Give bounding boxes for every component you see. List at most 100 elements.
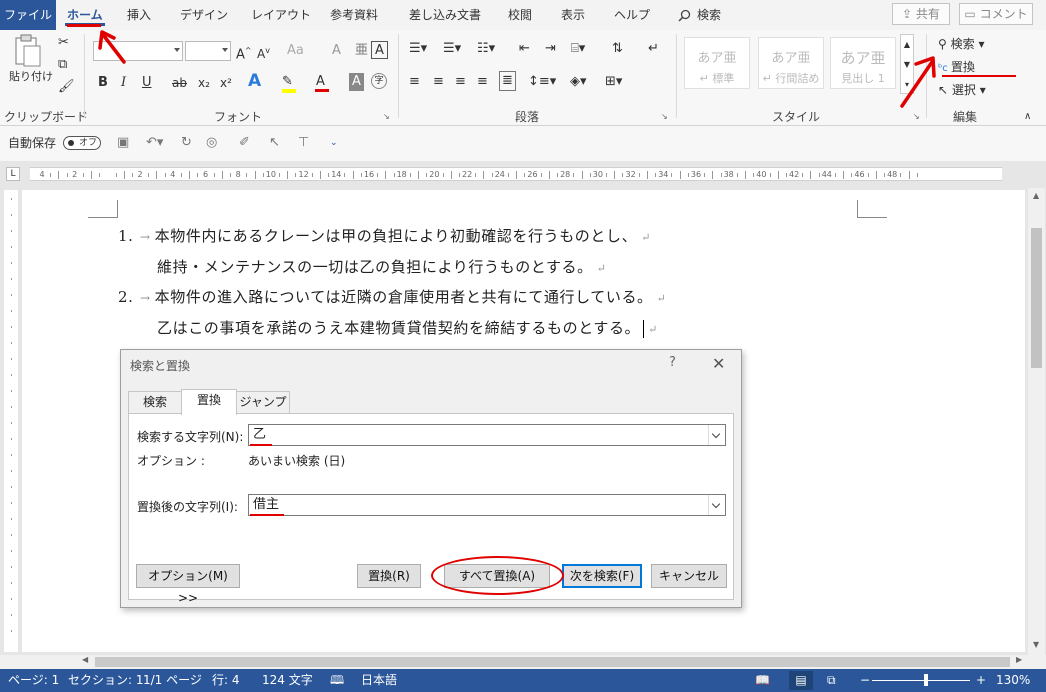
show-formatting-button[interactable]: ↵ <box>648 40 659 58</box>
style-heading-1[interactable]: あア亜 見出し 1 <box>830 37 896 89</box>
borders-button[interactable]: ⊞▾ <box>605 73 622 91</box>
decrease-indent-button[interactable]: ⇤ <box>519 40 530 58</box>
status-page[interactable]: ページ: 1 <box>8 669 59 692</box>
cut-icon[interactable]: ✂ <box>58 34 69 52</box>
phonetic-guide-button[interactable]: 亜 <box>355 42 368 60</box>
scroll-down-icon[interactable]: ▼ <box>1033 640 1039 649</box>
tab-mailings[interactable]: 差し込み文書 <box>409 0 481 30</box>
share-button[interactable]: ⇪ 共有 <box>892 3 950 25</box>
format-painter-icon[interactable]: 🖌 <box>58 78 75 96</box>
web-layout-icon[interactable]: ⧉ <box>827 669 836 692</box>
tell-me-search[interactable]: 検索 <box>678 0 721 30</box>
close-icon[interactable]: ✕ <box>712 354 725 373</box>
superscript-button[interactable]: x² <box>220 74 232 92</box>
status-section[interactable]: セクション: 1 <box>68 669 144 692</box>
redo-icon[interactable]: ↻ <box>181 134 192 152</box>
tab-goto[interactable]: ジャンプ <box>236 391 290 414</box>
scroll-thumb[interactable] <box>1031 228 1042 368</box>
font-size-combo[interactable] <box>185 41 231 61</box>
vertical-scrollbar[interactable]: ▲ ▼ <box>1028 188 1045 655</box>
change-case-button[interactable]: Aa <box>287 42 304 60</box>
replace-button[interactable]: 置換(R) <box>357 564 421 588</box>
select-button[interactable]: ↖ 選択 ▾ <box>938 81 986 98</box>
style-no-spacing[interactable]: あア亜 ↵ 行間詰め <box>758 37 824 89</box>
distributed-button[interactable]: ≣ <box>499 71 516 91</box>
proofing-icon[interactable]: 🕮 <box>330 669 344 692</box>
find-next-button[interactable]: 次を検索(F) <box>562 564 642 588</box>
char-border-button[interactable]: A <box>371 41 388 59</box>
help-button[interactable]: ? <box>669 355 676 370</box>
status-language[interactable]: 日本語 <box>361 669 397 692</box>
format-brush-icon[interactable]: ✐ <box>239 134 250 152</box>
zoom-in-button[interactable]: + <box>976 669 986 692</box>
increase-indent-button[interactable]: ⇥ <box>545 40 556 58</box>
more-options-button[interactable]: オプション(M) >> <box>136 564 240 605</box>
sort-button[interactable]: ⇅ <box>612 40 623 58</box>
align-center-button[interactable]: ≡ <box>433 73 444 91</box>
asian-layout-button[interactable]: ⌸▾ <box>571 40 585 58</box>
copy-icon[interactable]: ⧉ <box>58 56 67 74</box>
customize-qat-icon[interactable]: ⌄ <box>330 134 338 152</box>
underline-button[interactable]: U <box>142 74 152 92</box>
replace-with-input[interactable]: 借主 <box>248 494 726 516</box>
zoom-slider-thumb[interactable] <box>924 674 928 686</box>
print-layout-icon[interactable]: ▤ <box>789 671 813 690</box>
tab-design[interactable]: デザイン <box>180 0 228 30</box>
tab-layout[interactable]: レイアウト <box>251 0 311 30</box>
strikethrough-button[interactable]: ab <box>172 74 187 92</box>
status-pages[interactable]: 1/1 ページ <box>143 669 202 692</box>
text-effects-button[interactable]: A <box>248 72 261 90</box>
align-right-button[interactable]: ≡ <box>455 73 466 91</box>
tab-file[interactable]: ファイル <box>0 0 56 30</box>
cancel-button[interactable]: キャンセル <box>651 564 727 588</box>
tab-find[interactable]: 検索 <box>128 391 182 414</box>
save-icon[interactable]: ▣ <box>117 134 129 152</box>
subscript-button[interactable]: x₂ <box>198 74 210 92</box>
bold-button[interactable]: B <box>98 74 108 92</box>
tab-review[interactable]: 校閲 <box>508 0 532 30</box>
multilevel-list-button[interactable]: ☷▾ <box>477 40 495 58</box>
new-doc-icon[interactable]: ◎ <box>206 134 217 152</box>
tab-selector-icon[interactable]: L <box>6 167 20 181</box>
highlight-button[interactable]: ✎ <box>282 73 296 93</box>
autosave-toggle[interactable]: オフ <box>63 136 101 150</box>
scroll-right-icon[interactable]: ▶ <box>1016 655 1022 664</box>
comment-button[interactable]: ▭ コメント <box>959 3 1033 25</box>
find-button[interactable]: ⚲ 検索 ▾ <box>938 35 984 52</box>
scroll-thumb[interactable] <box>95 657 1010 667</box>
bullets-button[interactable]: ☰▾ <box>409 40 427 58</box>
tab-references[interactable]: 参考資料 <box>330 0 378 30</box>
align-left-button[interactable]: ≡ <box>409 73 420 91</box>
chevron-down-icon[interactable] <box>708 495 725 515</box>
shading-button[interactable]: ◈▾ <box>570 73 587 91</box>
line-spacing-button[interactable]: ↕≡▾ <box>528 73 556 91</box>
zoom-out-button[interactable]: − <box>860 669 870 692</box>
tab-help[interactable]: ヘルプ <box>614 0 650 30</box>
horizontal-scrollbar[interactable]: ◀ ▶ <box>0 655 1046 669</box>
tab-replace[interactable]: 置換 <box>181 389 237 415</box>
numbering-button[interactable]: ☰▾ <box>443 40 461 58</box>
justify-button[interactable]: ≡ <box>477 73 488 91</box>
tab-view[interactable]: 表示 <box>561 0 585 30</box>
status-line[interactable]: 行: 4 <box>212 669 240 692</box>
zoom-level[interactable]: 130% <box>996 669 1030 692</box>
shrink-font-button[interactable]: Av <box>257 42 270 63</box>
font-color-button[interactable]: A <box>315 73 329 92</box>
find-what-input[interactable]: 乙 <box>248 424 726 446</box>
scroll-left-icon[interactable]: ◀ <box>82 655 88 664</box>
char-shading-button[interactable]: A <box>349 73 364 91</box>
grow-font-button[interactable]: A^ <box>236 42 252 64</box>
presentation-icon[interactable]: ⊤ <box>298 134 309 152</box>
chevron-down-icon[interactable] <box>708 425 725 445</box>
replace-button[interactable]: ᵇc 置換 <box>938 58 975 75</box>
styles-dialog-launcher-icon[interactable]: ↘ <box>913 108 920 126</box>
tab-insert[interactable]: 挿入 <box>127 0 151 30</box>
undo-icon[interactable]: ↶▾ <box>146 134 163 152</box>
font-dialog-launcher-icon[interactable]: ↘ <box>383 108 390 126</box>
clear-format-button[interactable]: A <box>332 42 341 60</box>
style-normal[interactable]: あア亜 ↵ 標準 <box>684 37 750 89</box>
status-word-count[interactable]: 124 文字 <box>262 669 313 692</box>
scroll-up-icon[interactable]: ▲ <box>1033 191 1039 200</box>
italic-button[interactable]: I <box>121 74 126 92</box>
read-mode-icon[interactable]: 📖 <box>755 669 770 692</box>
